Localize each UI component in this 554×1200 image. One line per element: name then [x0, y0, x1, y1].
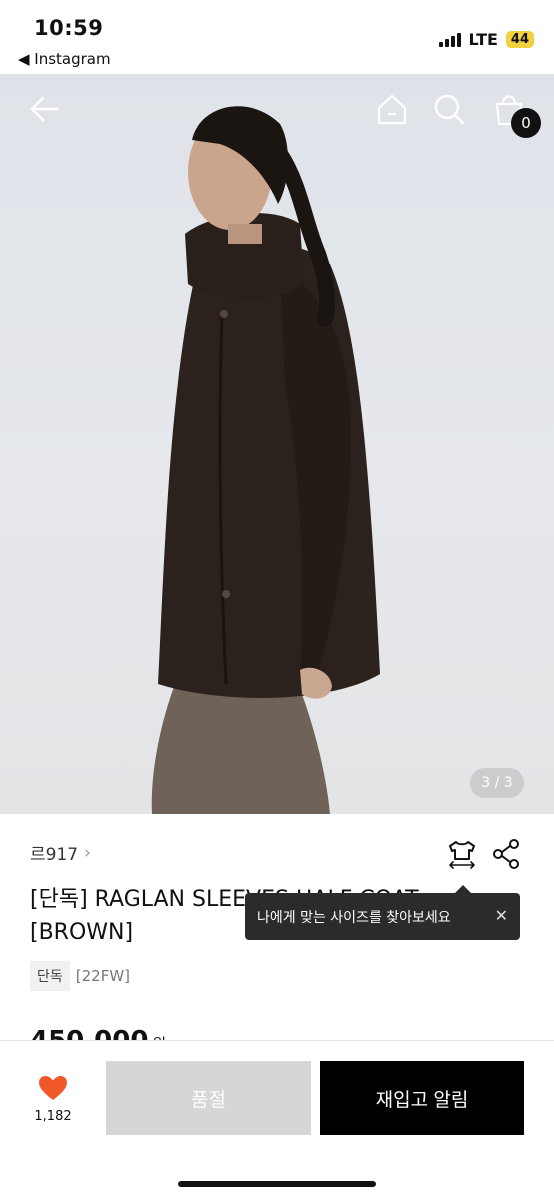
like-button[interactable]: 1,182 [30, 1075, 76, 1124]
like-count: 1,182 [34, 1109, 72, 1124]
tshirt-size-icon[interactable] [446, 838, 478, 870]
season-tag: [22FW] [75, 967, 131, 985]
back-to-instagram-link[interactable]: ◀ Instagram [18, 50, 111, 68]
chevron-right-icon: › [84, 842, 91, 863]
home-indicator [178, 1181, 376, 1187]
battery-icon: 44 [505, 31, 534, 48]
search-icon[interactable] [432, 92, 466, 126]
size-finder-tooltip[interactable]: 나에게 맞는 사이즈를 찾아보세요 ✕ [245, 885, 520, 940]
purchase-bar: 1,182 품절 재입고 알림 [0, 1040, 554, 1200]
exclusive-tag: 단독 [30, 961, 70, 991]
brand-name: 르917 [30, 845, 79, 865]
home-icon[interactable] [375, 92, 409, 126]
share-icon[interactable] [492, 838, 522, 870]
product-photo [151, 106, 380, 814]
brand-link[interactable]: 르917 › [30, 840, 91, 866]
tooltip-text: 나에게 맞는 사이즈를 찾아보세요 [257, 909, 451, 926]
status-bar: 10:59 ◀ Instagram LTE 44 [0, 0, 554, 74]
status-indicators: LTE 44 [438, 30, 534, 49]
restock-alert-button[interactable]: 재입고 알림 [320, 1061, 524, 1135]
network-label: LTE [468, 30, 498, 49]
gallery-page-indicator: 3 / 3 [470, 768, 524, 798]
close-icon[interactable]: ✕ [495, 906, 508, 925]
image-header-nav [0, 74, 554, 154]
heart-icon [39, 1076, 67, 1100]
arrow-left-icon[interactable] [28, 92, 62, 126]
soldout-button[interactable]: 품절 [106, 1061, 311, 1135]
product-image-gallery[interactable] [0, 74, 554, 814]
product-tags: 단독 [22FW] [30, 961, 130, 991]
cart-count-badge[interactable]: 0 [511, 108, 541, 138]
status-time: 10:59 [34, 16, 104, 40]
signal-icon [438, 32, 461, 47]
